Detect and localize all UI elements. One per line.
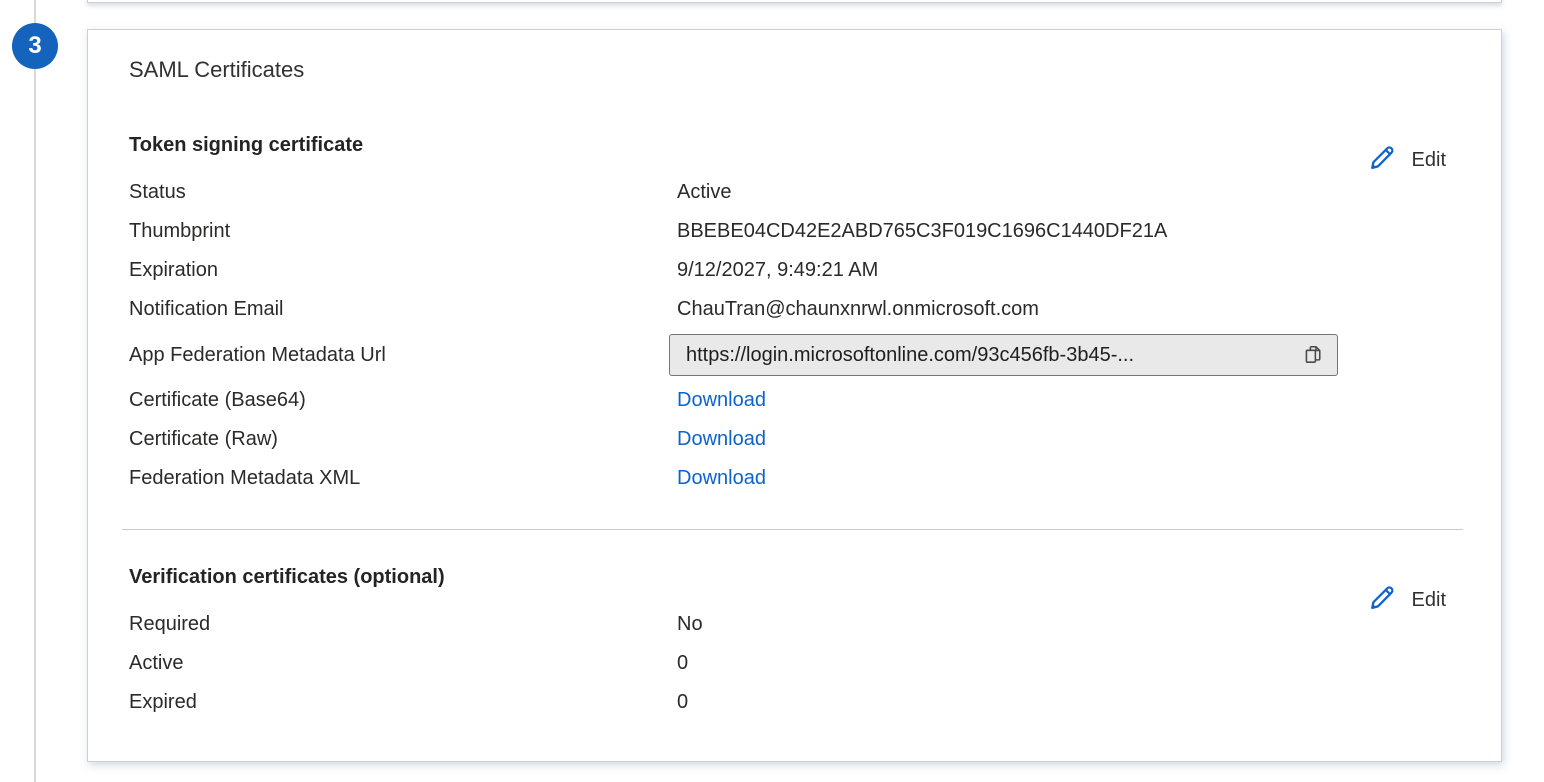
copy-icon[interactable] [1299,340,1327,370]
step-timeline-line [34,0,36,782]
status-value: Active [677,181,1448,204]
active-label: Active [129,652,677,675]
thumbprint-row: Thumbprint BBEBE04CD42E2ABD765C3F019C169… [129,212,1448,251]
expired-row: Expired 0 [129,683,1448,722]
step-3-badge: 3 [12,23,58,69]
notification-email-label: Notification Email [129,298,677,321]
saml-sso-page: 3 SAML Certificates Token signing certif… [0,0,1544,782]
required-label: Required [129,613,677,636]
status-label: Status [129,181,677,204]
verification-rows: Required No Active 0 Expired 0 [129,605,1448,722]
expired-value: 0 [677,691,1448,714]
certificate-base64-row: Certificate (Base64) Download [129,381,1448,420]
app-federation-metadata-url-value: https://login.microsoftonline.com/93c456… [686,344,1289,367]
expiration-label: Expiration [129,259,677,282]
federation-metadata-xml-label: Federation Metadata XML [129,467,677,490]
verification-certificates-header: Verification certificates (optional) [129,566,445,589]
thumbprint-value: BBEBE04CD42E2ABD765C3F019C1696C1440DF21A [677,220,1448,243]
app-federation-metadata-url-label: App Federation Metadata Url [129,344,677,367]
certificate-raw-row: Certificate (Raw) Download [129,420,1448,459]
card-title: SAML Certificates [129,57,304,83]
notification-email-value: ChauTran@chaunxnrwl.onmicrosoft.com [677,298,1448,321]
active-value: 0 [677,652,1448,675]
status-row: Status Active [129,173,1448,212]
thumbprint-label: Thumbprint [129,220,677,243]
step-number: 3 [28,32,41,60]
saml-certificates-card: SAML Certificates Token signing certific… [87,29,1502,762]
previous-card-edge [87,0,1502,3]
app-federation-metadata-url-field[interactable]: https://login.microsoftonline.com/93c456… [669,334,1338,376]
expiration-value: 9/12/2027, 9:49:21 AM [677,259,1448,282]
token-signing-rows: Status Active Thumbprint BBEBE04CD42E2AB… [129,173,1448,498]
active-row: Active 0 [129,644,1448,683]
certificate-raw-download-link[interactable]: Download [677,428,766,450]
required-value: No [677,613,1448,636]
notification-email-row: Notification Email ChauTran@chaunxnrwl.o… [129,290,1448,329]
expired-label: Expired [129,691,677,714]
certificate-base64-download-link[interactable]: Download [677,389,766,411]
certificate-raw-label: Certificate (Raw) [129,428,677,451]
app-federation-metadata-url-row: App Federation Metadata Url https://logi… [129,329,1448,381]
required-row: Required No [129,605,1448,644]
federation-metadata-xml-download-link[interactable]: Download [677,467,766,489]
expiration-row: Expiration 9/12/2027, 9:49:21 AM [129,251,1448,290]
edit-button-label: Edit [1412,149,1446,172]
certificate-base64-label: Certificate (Base64) [129,389,677,412]
token-signing-certificate-header: Token signing certificate [129,134,363,157]
section-divider [122,529,1463,530]
federation-metadata-xml-row: Federation Metadata XML Download [129,459,1448,498]
